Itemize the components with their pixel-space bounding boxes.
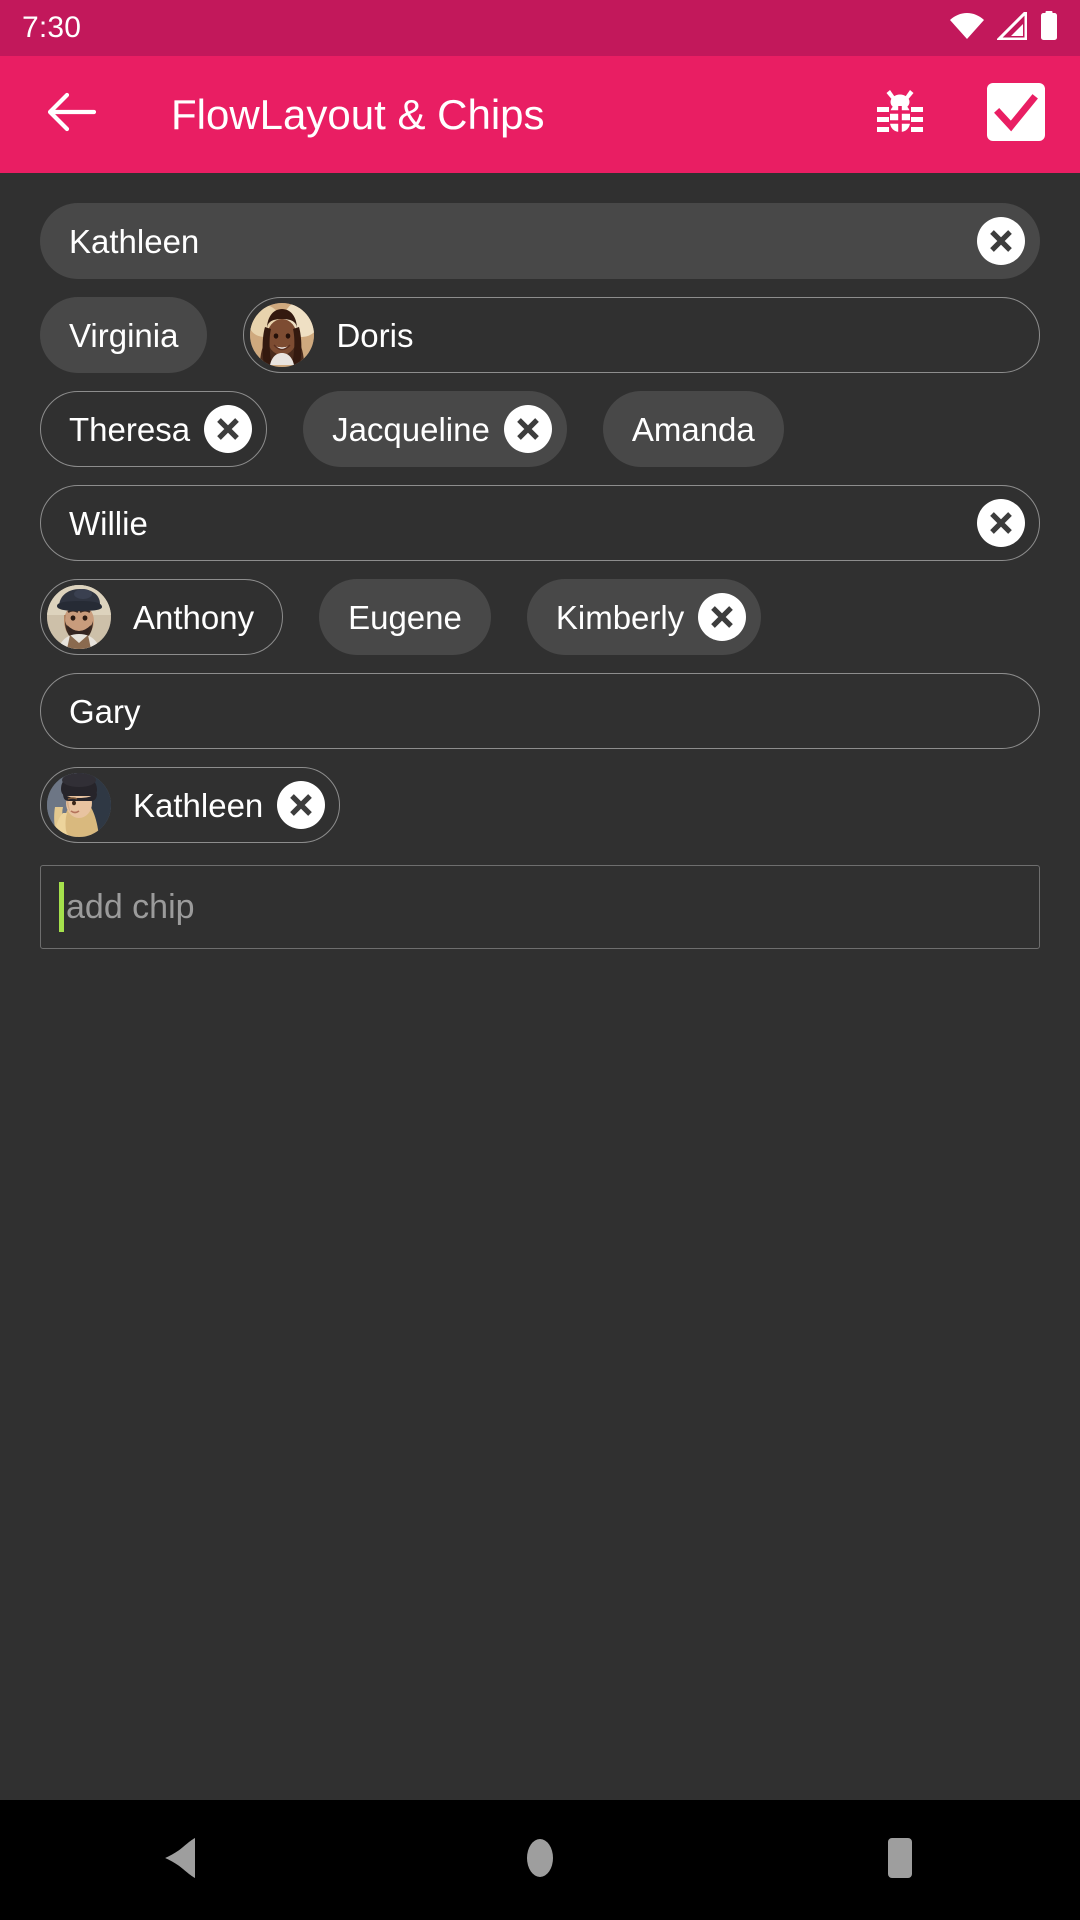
nav-home-button[interactable]	[360, 1800, 720, 1920]
back-button[interactable]	[40, 83, 104, 147]
chip-label: Amanda	[631, 410, 755, 448]
status-bar: 7:30	[0, 0, 1080, 56]
bug-icon	[877, 86, 923, 143]
chip-row: Virginia Doris	[40, 297, 1040, 373]
chip-label: Anthony	[133, 598, 255, 636]
add-chip-input[interactable]	[64, 866, 1039, 948]
chip-row: Anthony Eugene Kimberly	[40, 579, 1040, 655]
chip-kathleen-2[interactable]: Kathleen	[40, 767, 341, 843]
chip-virginia[interactable]: Virginia	[40, 297, 208, 373]
chip-kathleen-1[interactable]: Kathleen	[40, 203, 1040, 279]
checkbox-checked-icon	[987, 83, 1045, 146]
nav-recents-button[interactable]	[720, 1800, 1080, 1920]
chip-label: Kathleen	[133, 786, 264, 824]
chip-amanda[interactable]: Amanda	[602, 391, 784, 467]
chip-eugene[interactable]: Eugene	[319, 579, 491, 655]
chip-label: Kathleen	[69, 222, 200, 260]
chip-label: Jacqueline	[332, 410, 490, 448]
chip-label: Willie	[69, 504, 148, 542]
flow-layout-container: Kathleen Virginia Doris Theresa Jacqueli…	[0, 173, 1080, 1800]
avatar	[47, 585, 111, 649]
chip-row: Theresa Jacqueline Amanda	[40, 391, 1040, 467]
chip-close-icon[interactable]	[977, 499, 1025, 547]
select-all-action-button[interactable]	[980, 79, 1052, 151]
debug-action-button[interactable]	[864, 79, 936, 151]
chip-kimberly[interactable]: Kimberly	[526, 579, 762, 655]
triangle-back-icon	[161, 1836, 199, 1885]
arrow-left-icon	[47, 92, 97, 137]
chip-close-icon[interactable]	[977, 217, 1025, 265]
chip-gary[interactable]: Gary	[40, 673, 1040, 749]
status-bar-clock: 7:30	[22, 11, 82, 44]
status-bar-icons	[950, 7, 1058, 46]
app-bar: FlowLayout & Chips	[0, 56, 1080, 173]
add-chip-field-wrapper[interactable]	[40, 865, 1040, 949]
chip-doris[interactable]: Doris	[243, 297, 1040, 373]
nav-back-button[interactable]	[0, 1800, 360, 1920]
avatar	[47, 773, 111, 837]
chip-close-icon[interactable]	[503, 405, 552, 453]
circle-home-icon	[522, 1835, 558, 1886]
wifi-icon	[950, 12, 984, 44]
battery-icon	[1040, 10, 1058, 46]
square-recents-icon	[880, 1835, 920, 1886]
chip-label: Doris	[336, 316, 414, 354]
chip-jacqueline[interactable]: Jacqueline	[303, 391, 567, 467]
system-navigation-bar	[0, 1800, 1080, 1920]
chip-label: Eugene	[348, 598, 462, 636]
chip-label: Virginia	[69, 316, 179, 354]
chip-row: Gary	[40, 673, 1040, 749]
chip-anthony[interactable]: Anthony	[40, 579, 284, 655]
avatar	[250, 303, 315, 367]
cellular-signal-icon	[995, 7, 1028, 45]
chip-theresa[interactable]: Theresa	[40, 391, 268, 467]
chip-label: Theresa	[69, 410, 191, 448]
page-title: FlowLayout & Chips	[171, 90, 545, 138]
chip-willie[interactable]: Willie	[40, 485, 1040, 561]
chip-row: Kathleen	[40, 767, 1040, 843]
chip-close-icon[interactable]	[204, 405, 253, 453]
phone-screen: 7:30 FlowLayout & Chips Kathleen Virgini…	[0, 0, 1080, 1920]
chip-label: Kimberly	[555, 598, 685, 636]
chip-row: Willie	[40, 485, 1040, 561]
chip-close-icon[interactable]	[277, 781, 326, 829]
chip-close-icon[interactable]	[698, 593, 747, 641]
chip-label: Gary	[69, 692, 141, 730]
chip-row: Kathleen	[40, 203, 1040, 279]
